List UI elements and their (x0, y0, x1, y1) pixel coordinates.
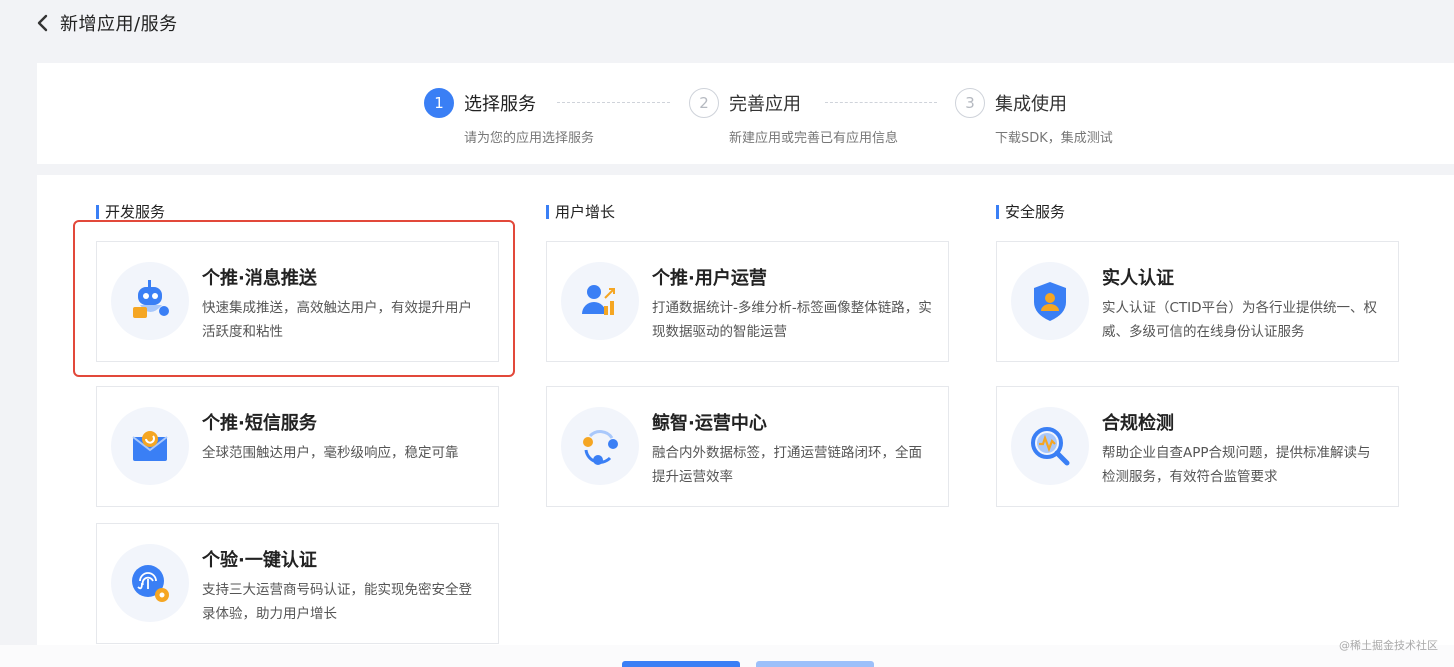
step-number: 1 (424, 88, 454, 118)
step-number: 2 (689, 88, 719, 118)
card-title: 个推·短信服务 (202, 413, 317, 434)
service-card-identity-auth[interactable]: 实人认证 实人认证（CTID平台）为各行业提供统一、权威、多级可信的在线身份认证… (996, 241, 1399, 362)
card-title: 合规检测 (1102, 413, 1174, 434)
step-divider (557, 102, 670, 103)
card-title: 个推·消息推送 (202, 268, 317, 289)
service-card-sms[interactable]: 个推·短信服务 全球范围触达用户，毫秒级响应，稳定可靠 (96, 386, 499, 507)
category-dev-services: 开发服务 (96, 201, 165, 222)
card-title: 个推·用户运营 (652, 268, 767, 289)
category-title: 安全服务 (1005, 203, 1066, 221)
step-select-service: 1 选择服务 请为您的应用选择服务 (424, 88, 594, 146)
push-robot-icon (111, 262, 189, 340)
secondary-action-button[interactable] (756, 661, 874, 667)
user-growth-icon (561, 262, 639, 340)
service-card-one-click-auth[interactable]: 个验·一键认证 支持三大运营商号码认证，能实现免密安全登录体验，助力用户增长 (96, 523, 499, 644)
step-label: 集成使用 (995, 94, 1067, 115)
step-complete-app: 2 完善应用 新建应用或完善已有应用信息 (689, 88, 898, 146)
card-title: 个验·一键认证 (202, 550, 317, 571)
step-label: 选择服务 (464, 94, 536, 115)
sms-envelope-icon (111, 407, 189, 485)
fingerprint-icon (111, 544, 189, 622)
steps-panel: 1 选择服务 请为您的应用选择服务 2 完善应用 新建应用或完善已有应用信息 3… (37, 63, 1454, 164)
step-description: 请为您的应用选择服务 (464, 131, 595, 146)
step-description: 下载SDK，集成测试 (995, 131, 1113, 146)
step-description: 新建应用或完善已有应用信息 (729, 131, 899, 146)
operation-loop-icon (561, 407, 639, 485)
step-integrate: 3 集成使用 下载SDK，集成测试 (955, 88, 1113, 146)
page-title: 新增应用/服务 (60, 13, 178, 35)
category-title: 用户增长 (555, 203, 616, 221)
category-title: 开发服务 (105, 203, 166, 221)
category-security-services: 安全服务 (996, 201, 1065, 222)
card-description: 实人认证（CTID平台）为各行业提供统一、权威、多级可信的在线身份认证服务 (1102, 300, 1378, 340)
category-user-growth: 用户增长 (546, 201, 615, 222)
step-divider (825, 102, 937, 103)
service-selection-panel: 开发服务 用户增长 安全服务 个推·消息推送 快速集成推送，高效触达用户，有效提… (37, 175, 1454, 645)
card-description: 全球范围触达用户，毫秒级响应，稳定可靠 (202, 445, 459, 461)
card-description: 打通数据统计-多维分析-标签画像整体链路，实现数据驱动的智能运营 (652, 300, 932, 340)
step-number: 3 (955, 88, 985, 118)
identity-shield-icon (1011, 262, 1089, 340)
service-card-operation-center[interactable]: 鲸智·运营中心 融合内外数据标签，打通运营链路闭环，全面提升运营效率 (546, 386, 949, 507)
card-title: 实人认证 (1102, 268, 1174, 289)
service-card-push[interactable]: 个推·消息推送 快速集成推送，高效触达用户，有效提升用户活跃度和粘性 (96, 241, 499, 362)
chevron-left-icon[interactable] (34, 14, 50, 31)
primary-action-button[interactable] (622, 661, 740, 667)
service-card-user-operation[interactable]: 个推·用户运营 打通数据统计-多维分析-标签画像整体链路，实现数据驱动的智能运营 (546, 241, 949, 362)
card-description: 支持三大运营商号码认证，能实现免密安全登录体验，助力用户增长 (202, 582, 472, 622)
compliance-search-icon (1011, 407, 1089, 485)
card-description: 快速集成推送，高效触达用户，有效提升用户活跃度和粘性 (202, 300, 472, 340)
page-header: 新增应用/服务 (0, 0, 1454, 45)
step-label: 完善应用 (729, 94, 801, 115)
service-card-compliance-check[interactable]: 合规检测 帮助企业自查APP合规问题，提供标准解读与检测服务，有效符合监管要求 (996, 386, 1399, 507)
category-marker (96, 204, 99, 219)
card-description: 帮助企业自查APP合规问题，提供标准解读与检测服务，有效符合监管要求 (1102, 445, 1371, 485)
category-marker (546, 204, 549, 219)
watermark: @稀土掘金技术社区 (1339, 639, 1438, 652)
card-title: 鲸智·运营中心 (652, 413, 767, 434)
card-description: 融合内外数据标签，打通运营链路闭环，全面提升运营效率 (652, 445, 922, 485)
category-marker (996, 204, 999, 219)
